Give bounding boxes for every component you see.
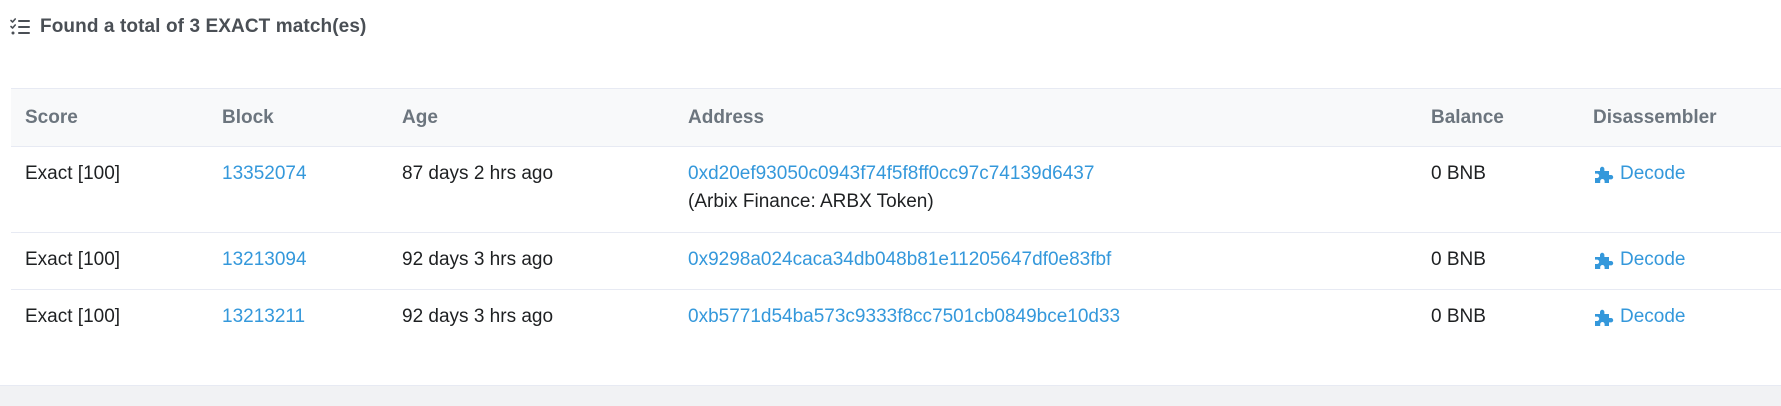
column-header-disassembler: Disassembler [1593, 106, 1717, 128]
block-link[interactable]: 13213211 [222, 306, 305, 327]
table-row: Exact [100] 13213094 92 days 3 hrs ago 0… [11, 233, 1781, 290]
results-table: Score Block Age Address Balance Disassem… [11, 88, 1781, 347]
score-cell: Exact [100] [25, 306, 121, 327]
decode-button[interactable]: Decode [1593, 248, 1686, 272]
table-row: Exact [100] 13352074 87 days 2 hrs ago 0… [11, 147, 1781, 233]
block-link[interactable]: 13213094 [222, 249, 307, 270]
disassembler-cell: Decode [1579, 147, 1781, 233]
decode-label: Decode [1620, 163, 1686, 184]
address-link[interactable]: 0xb5771d54ba573c9333f8cc7501cb0849bce10d… [688, 306, 1120, 327]
column-header-score: Score [25, 106, 78, 128]
puzzle-icon [1595, 166, 1614, 183]
table-header-row: Score Block Age Address Balance Disassem… [11, 88, 1781, 147]
balance-cell: 0 BNB [1431, 249, 1486, 270]
block-link[interactable]: 13352074 [222, 163, 307, 184]
address-link[interactable]: 0x9298a024caca34db048b81e11205647df0e83f… [688, 249, 1111, 270]
decode-label: Decode [1620, 249, 1686, 270]
table-row: Exact [100] 13213211 92 days 3 hrs ago 0… [11, 290, 1781, 347]
column-header-age: Age [402, 106, 438, 128]
balance-cell: 0 BNB [1431, 306, 1486, 327]
address-name-tag: (Arbix Finance: ARBX Token) [688, 191, 934, 212]
age-cell: 87 days 2 hrs ago [402, 163, 554, 184]
decode-button[interactable]: Decode [1593, 305, 1686, 329]
results-header: Found a total of 3 EXACT match(es) [10, 14, 366, 40]
column-header-address: Address [688, 106, 765, 128]
address-cell: 0xd20ef93050c0943f74f5f8ff0cc97c74139d64… [674, 147, 1417, 233]
score-cell: Exact [100] [25, 163, 121, 184]
address-link[interactable]: 0xd20ef93050c0943f74f5f8ff0cc97c74139d64… [688, 163, 1094, 184]
puzzle-icon [1595, 252, 1614, 269]
block-cell: 13213211 [208, 290, 388, 347]
column-header-block: Block [222, 106, 274, 128]
address-cell: 0xb5771d54ba573c9333f8cc7501cb0849bce10d… [674, 290, 1417, 347]
list-check-icon [10, 18, 30, 35]
block-cell: 13213094 [208, 233, 388, 290]
age-cell: 92 days 3 hrs ago [402, 306, 554, 327]
age-cell: 92 days 3 hrs ago [402, 249, 554, 270]
column-header-balance: Balance [1431, 106, 1504, 128]
decode-label: Decode [1620, 306, 1686, 327]
address-cell: 0x9298a024caca34db048b81e11205647df0e83f… [674, 233, 1417, 290]
balance-cell: 0 BNB [1431, 163, 1486, 184]
disassembler-cell: Decode [1579, 233, 1781, 290]
block-cell: 13352074 [208, 147, 388, 233]
results-title: Found a total of 3 EXACT match(es) [40, 16, 367, 37]
score-cell: Exact [100] [25, 249, 121, 270]
card-footer-strip [0, 385, 1781, 406]
disassembler-cell: Decode [1579, 290, 1781, 347]
puzzle-icon [1595, 309, 1614, 326]
decode-button[interactable]: Decode [1593, 162, 1686, 186]
